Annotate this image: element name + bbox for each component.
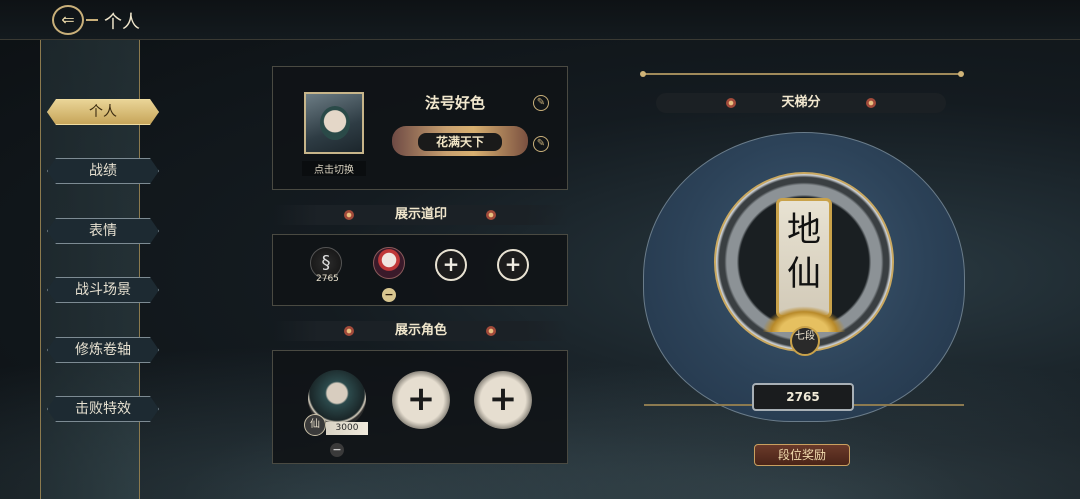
character-rank-badge: 仙 — [304, 414, 326, 436]
rank-level-badge: 七段 — [790, 326, 820, 356]
avatar-switch-label[interactable]: 点击切换 — [302, 161, 366, 176]
divider-dot — [640, 71, 646, 77]
remove-seal-button[interactable]: − — [382, 288, 396, 302]
seal-value: 2765 — [316, 274, 339, 284]
ladder-title: 天梯分 — [656, 93, 946, 113]
seals-section-title: 展示道印 — [274, 205, 568, 225]
remove-character-button[interactable]: − — [330, 443, 344, 457]
flower-ornament-icon — [866, 98, 876, 108]
sidebar-item-cultivation-scroll[interactable]: 修炼卷轴 — [47, 337, 159, 363]
sidebar-item-emotes[interactable]: 表情 — [47, 218, 159, 244]
add-seal-button[interactable]: + — [497, 249, 529, 281]
add-character-button[interactable]: + — [392, 371, 450, 429]
characters-section-title: 展示角色 — [274, 321, 568, 341]
back-arrow-icon: ⇐ — [61, 10, 75, 29]
add-seal-button[interactable]: + — [435, 249, 467, 281]
flower-ornament-icon — [344, 326, 354, 336]
edit-nickname-button[interactable]: ✎ — [533, 95, 549, 111]
character-score: 3000 — [326, 422, 368, 435]
sidebar-item-records[interactable]: 战绩 — [47, 158, 159, 184]
sidebar-item-personal[interactable]: 个人 — [47, 99, 159, 125]
flower-ornament-icon — [486, 210, 496, 220]
brush-icon: ✎ — [536, 97, 546, 108]
nickname: 法号好色 — [424, 94, 485, 112]
edit-title-button[interactable]: ✎ — [533, 136, 549, 152]
page-title: 个人 — [104, 12, 140, 33]
sidebar-item-defeat-effect[interactable]: 击败特效 — [47, 396, 159, 422]
add-character-button[interactable]: + — [474, 371, 532, 429]
sidebar-item-battle-scene[interactable]: 战斗场景 — [47, 277, 159, 303]
brush-icon: ✎ — [536, 138, 546, 149]
back-button[interactable]: ⇐ — [52, 5, 84, 35]
avatar[interactable] — [304, 92, 364, 154]
flower-ornament-icon — [486, 326, 496, 336]
flower-ornament-icon — [726, 98, 736, 108]
rank-reward-button[interactable]: 段位奖励 — [754, 444, 850, 466]
flower-ornament-icon — [344, 210, 354, 220]
avatar-portrait — [320, 106, 350, 140]
top-bar: ⇐ 个人 — [0, 0, 1080, 40]
divider-dot — [958, 71, 964, 77]
ladder-score: 2765 — [752, 383, 854, 411]
divider-line — [644, 73, 960, 75]
rank-name: 地仙 — [787, 210, 821, 294]
back-line-decoration — [86, 19, 98, 21]
mask-seal-icon[interactable] — [373, 247, 405, 279]
title-badge-text: 花满天下 — [418, 133, 502, 151]
